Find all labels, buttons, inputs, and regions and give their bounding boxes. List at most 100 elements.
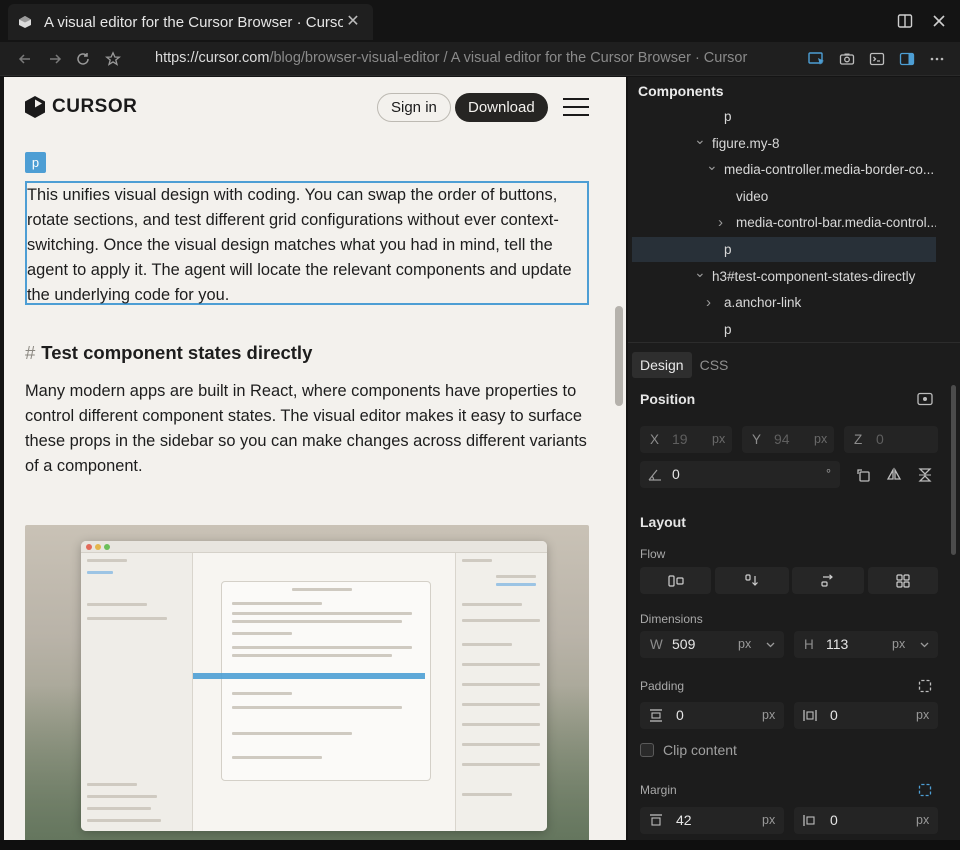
position-mode-icon[interactable] <box>916 390 934 408</box>
forward-arrow-icon[interactable] <box>44 48 66 70</box>
tree-node-label: p <box>724 109 732 124</box>
tab-design[interactable]: Design <box>632 352 692 378</box>
download-button[interactable]: Download <box>455 93 548 122</box>
chevron-down-icon[interactable] <box>920 642 929 648</box>
reload-icon[interactable] <box>72 48 94 70</box>
margin-vertical-icon <box>650 814 662 826</box>
rotate-icon[interactable] <box>855 466 873 484</box>
tree-node-label: figure.my-8 <box>712 135 780 151</box>
chevron-down-icon[interactable]: ⌄ <box>694 264 706 285</box>
angle-icon <box>648 469 661 481</box>
flow-grid-icon[interactable] <box>868 567 938 594</box>
close-window-icon[interactable] <box>928 10 950 32</box>
margin-individual-icon[interactable] <box>916 781 934 799</box>
tree-node-label: p <box>724 242 732 257</box>
anchor-link[interactable]: # <box>25 342 35 363</box>
tree-node[interactable]: ⌄ h3#test-component-states-directly <box>632 264 936 289</box>
padding-label: Padding <box>640 679 685 693</box>
cursor-logo[interactable]: CURSOR <box>24 95 137 119</box>
tree-node-label: h3#test-component-states-directly <box>712 268 916 284</box>
padding-horizontal-icon <box>803 710 817 721</box>
console-icon[interactable] <box>866 48 888 70</box>
page-scrollbar-track[interactable] <box>614 77 626 840</box>
body-paragraph: Many modern apps are built in React, whe… <box>25 382 587 475</box>
logo-text: CURSOR <box>52 96 138 117</box>
bookmark-star-icon[interactable] <box>102 48 124 70</box>
position-title: Position <box>640 391 696 407</box>
x-position-field[interactable]: X 19 px <box>640 426 732 453</box>
chevron-down-icon[interactable] <box>766 642 775 648</box>
section-heading: # Test component states directly <box>25 342 312 364</box>
tree-node-label: media-controller.media-border-co... <box>724 162 935 178</box>
tree-node[interactable]: ⌄ figure.my-8 <box>632 131 936 156</box>
tree-node[interactable]: p <box>632 317 936 342</box>
flip-vertical-icon[interactable] <box>916 466 934 484</box>
z-position-field[interactable]: Z 0 <box>844 426 938 453</box>
rotation-field[interactable]: 0 ° <box>640 461 840 488</box>
chevron-down-icon[interactable]: ⌄ <box>694 131 706 152</box>
tree-node[interactable]: › a.anchor-link <box>632 290 936 315</box>
tree-node-label: video <box>736 188 769 204</box>
tree-node[interactable]: p <box>632 237 936 262</box>
sidebar-panel-icon[interactable] <box>896 48 918 70</box>
page-scrollbar-thumb[interactable] <box>615 306 623 406</box>
url-field[interactable]: https://cursor.com/blog/browser-visual-e… <box>155 50 747 66</box>
tree-node[interactable]: p <box>632 104 936 129</box>
width-field[interactable]: W 509 px <box>640 631 784 658</box>
tree-node-label: p <box>724 321 732 337</box>
padding-vertical-field[interactable]: 0 px <box>640 702 784 729</box>
chevron-right-icon[interactable]: › <box>706 290 718 315</box>
chevron-right-icon[interactable]: › <box>718 210 730 235</box>
tree-node-label: media-control-bar.media-control... <box>736 215 936 231</box>
tab-css[interactable]: CSS <box>692 352 737 378</box>
padding-vertical-icon <box>650 709 662 722</box>
cursor-logo-icon <box>25 96 45 118</box>
tree-node[interactable]: video <box>632 184 936 209</box>
hamburger-menu-icon[interactable] <box>563 97 589 117</box>
margin-horizontal-field[interactable]: 0 px <box>794 807 938 834</box>
web-page-viewport[interactable]: CURSOR Sign in Download p This unifies v… <box>4 77 626 840</box>
flow-block-icon[interactable] <box>640 567 711 594</box>
section-heading-text: Test component states directly <box>41 342 313 363</box>
y-position-field[interactable]: Y 94 px <box>742 426 834 453</box>
tree-node[interactable]: › media-control-bar.media-control... <box>632 210 936 235</box>
panel-tabs: Design CSS <box>632 352 736 378</box>
tab-title: A visual editor for the Cursor Browser ·… <box>44 13 343 31</box>
sign-in-button[interactable]: Sign in <box>377 93 451 122</box>
chevron-down-icon[interactable]: ⌄ <box>706 157 718 178</box>
url-rest: /blog/browser-visual-editor / A visual e… <box>269 50 748 66</box>
cursor-favicon-icon <box>19 16 31 28</box>
margin-horizontal-icon <box>803 815 815 826</box>
back-arrow-icon[interactable] <box>14 48 36 70</box>
padding-individual-icon[interactable] <box>916 677 934 695</box>
clip-content-checkbox[interactable] <box>640 743 654 757</box>
margin-label: Margin <box>640 783 677 797</box>
close-tab-icon[interactable]: ✕ <box>343 12 363 32</box>
visual-editor-panel: Components p ⌄ figure.my-8 ⌄ media-controlle… <box>628 77 960 840</box>
selected-element-tag: p <box>25 152 46 173</box>
select-element-icon[interactable] <box>806 48 828 70</box>
flip-horizontal-icon[interactable] <box>885 466 903 484</box>
flow-column-icon[interactable] <box>715 567 789 594</box>
flow-label: Flow <box>640 547 666 561</box>
clip-content-label: Clip content <box>663 742 737 758</box>
tab-bar: A visual editor for the Cursor Browser ·… <box>0 0 960 42</box>
margin-vertical-field[interactable]: 42 px <box>640 807 784 834</box>
embedded-app-screenshot <box>81 541 547 831</box>
layout-title: Layout <box>640 514 686 530</box>
height-field[interactable]: H 113 px <box>794 631 938 658</box>
tree-node-label: a.anchor-link <box>724 295 802 311</box>
screenshot-camera-icon[interactable] <box>836 48 858 70</box>
flow-row-icon[interactable] <box>792 567 864 594</box>
split-view-icon[interactable] <box>894 10 916 32</box>
padding-horizontal-field[interactable]: 0 px <box>794 702 938 729</box>
more-options-icon[interactable] <box>926 48 948 70</box>
components-title: Components <box>638 83 724 99</box>
video-figure[interactable] <box>25 525 589 840</box>
bottom-edge <box>0 840 960 850</box>
browser-tab[interactable]: A visual editor for the Cursor Browser ·… <box>8 4 373 40</box>
tree-node[interactable]: ⌄ media-controller.media-border-co... <box>632 157 936 182</box>
selected-paragraph[interactable]: This unifies visual design with coding. … <box>27 183 597 308</box>
url-host: https://cursor.com <box>155 50 270 66</box>
panel-scrollbar-thumb[interactable] <box>951 385 956 555</box>
